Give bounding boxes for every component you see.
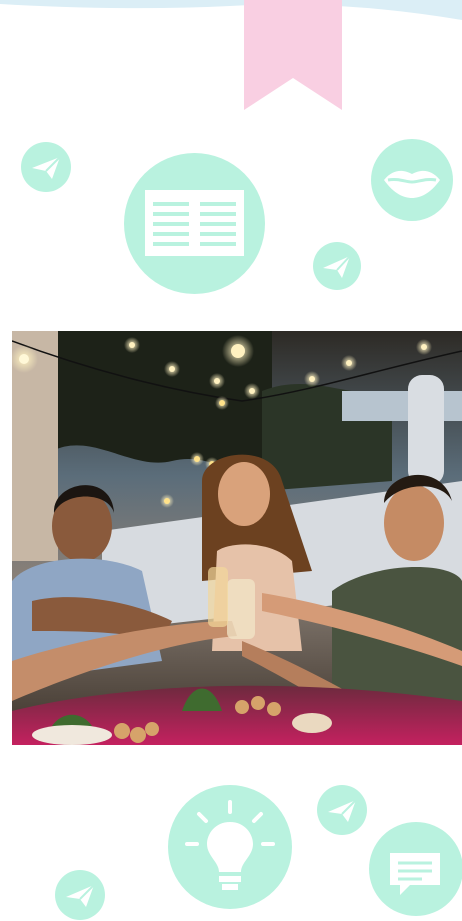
dinner-party-photo bbox=[12, 331, 462, 745]
top-wave-decoration bbox=[0, 0, 462, 20]
paper-plane-icon bbox=[21, 142, 71, 192]
paper-plane-icon bbox=[55, 870, 105, 920]
newspaper-icon bbox=[124, 153, 265, 294]
chat-bubble-icon bbox=[369, 822, 462, 916]
photo-illustration bbox=[12, 331, 462, 745]
bookmark-icon bbox=[244, 0, 342, 110]
lightbulb-icon bbox=[168, 785, 292, 909]
paper-plane-icon bbox=[317, 785, 367, 835]
paper-plane-icon bbox=[313, 242, 361, 290]
smile-lips-icon bbox=[371, 139, 453, 221]
